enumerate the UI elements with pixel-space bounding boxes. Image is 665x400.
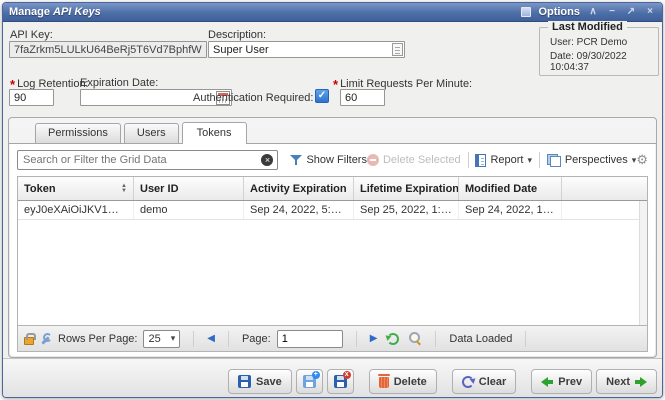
save-plus-icon: + <box>303 375 316 388</box>
tab-panel: Permissions Users Tokens × Show Filters … <box>8 117 657 358</box>
options-icon <box>521 7 531 17</box>
required-icon: * <box>333 77 338 92</box>
tab-strip: Permissions Users Tokens <box>9 118 656 144</box>
grid-body: eyJ0eXAiOiJKV1QiLCJ... demo Sep 24, 2022… <box>18 201 647 325</box>
authentication-required-label: Authentication Required: <box>193 92 313 104</box>
prev-page-icon[interactable]: ◀ <box>207 333 215 344</box>
page-label: Page: <box>242 333 271 345</box>
grid-status: Data Loaded <box>449 333 512 345</box>
api-key-label: API Key: <box>10 29 53 41</box>
lock-icon[interactable] <box>24 337 34 345</box>
tab-tokens[interactable]: Tokens <box>182 122 247 144</box>
grid-footer: Rows Per Page: 25 ▾ ◀ Page: ▶ Data Lo <box>18 325 647 351</box>
cell-activity-expiration: Sep 24, 2022, 5:36 pm <box>244 201 354 219</box>
rows-per-page-select[interactable]: 25 ▾ <box>143 330 180 348</box>
sort-icon[interactable]: ▲▼ <box>117 184 127 194</box>
chevron-down-icon: ▾ <box>171 333 176 344</box>
last-modified-user: User: PCR Demo <box>550 37 658 48</box>
gear-icon[interactable]: ⚙ <box>636 152 648 168</box>
check-icon: ✓ <box>318 90 326 101</box>
save-and-close-button[interactable]: x <box>327 369 354 394</box>
perspectives-icon <box>547 154 561 167</box>
column-header-token[interactable]: Token ▲▼ <box>18 177 134 200</box>
window-title: Manage API Keys <box>9 6 101 18</box>
arrow-left-icon <box>541 377 553 387</box>
next-page-icon[interactable]: ▶ <box>370 333 378 344</box>
report-icon <box>475 154 486 167</box>
footer-separator <box>356 331 357 347</box>
tokens-tab-content: × Show Filters Delete Selected Report ▾ <box>10 144 655 356</box>
perspectives-button[interactable]: Perspectives ▾ <box>547 154 637 167</box>
collapse-icon[interactable]: ∧ <box>587 6 599 18</box>
save-icon <box>238 375 251 388</box>
tab-permissions[interactable]: Permissions <box>35 123 121 143</box>
column-header-user-id[interactable]: User ID <box>134 177 244 200</box>
footer-separator <box>193 331 194 347</box>
options-button[interactable]: Options <box>538 6 580 18</box>
minimize-icon[interactable]: − <box>606 6 618 18</box>
column-header-lifetime-expiration[interactable]: Lifetime Expiration <box>354 177 459 200</box>
clear-button[interactable]: Clear <box>452 369 517 394</box>
table-row[interactable]: eyJ0eXAiOiJKV1QiLCJ... demo Sep 24, 2022… <box>18 201 647 220</box>
page-input[interactable] <box>277 330 343 348</box>
tab-users[interactable]: Users <box>124 123 179 143</box>
toolbar-separator <box>539 152 540 168</box>
cell-lifetime-expiration: Sep 25, 2022, 1:36 pm <box>354 201 459 219</box>
refresh-icon[interactable] <box>387 333 399 345</box>
column-header-activity-expiration[interactable]: Activity Expiration <box>244 177 354 200</box>
description-field-wrap <box>208 41 405 58</box>
vertical-scrollbar[interactable] <box>639 201 647 325</box>
tokens-grid: Token ▲▼ User ID Activity Expiration Lif… <box>17 176 648 352</box>
clear-icon <box>462 376 474 388</box>
caret-down-icon: ▾ <box>527 155 532 166</box>
log-retention-field[interactable] <box>9 89 54 106</box>
search-box: × <box>17 150 278 170</box>
arrow-right-icon <box>635 377 647 387</box>
wrench-icon[interactable] <box>40 333 52 345</box>
footer-separator <box>228 331 229 347</box>
action-bar: Save + x Delete Clear Prev Next <box>3 358 662 397</box>
footer-separator <box>435 331 436 347</box>
clear-search-icon[interactable]: × <box>261 154 273 166</box>
save-button[interactable]: Save <box>228 369 292 394</box>
rows-per-page-label: Rows Per Page: <box>58 333 137 345</box>
cell-token: eyJ0eXAiOiJKV1QiLCJ... <box>18 201 134 219</box>
delete-button[interactable]: Delete <box>369 369 437 394</box>
delete-selected-button[interactable]: Delete Selected <box>367 154 461 166</box>
popout-icon[interactable]: ↗ <box>625 6 637 18</box>
titlebar: Manage API Keys Options ∧ − ↗ × <box>3 3 662 22</box>
last-modified-legend: Last Modified <box>548 21 627 33</box>
prev-button[interactable]: Prev <box>531 369 592 394</box>
expiration-date-label: Expiration Date: <box>80 77 158 89</box>
cell-filler <box>562 201 647 219</box>
magnifier-icon[interactable] <box>409 332 422 345</box>
cell-modified-date: Sep 24, 2022, 1:36 pm <box>459 201 562 219</box>
show-filters-button[interactable]: Show Filters <box>290 154 367 166</box>
last-modified-date: Date: 09/30/2022 10:04:37 <box>550 51 658 73</box>
report-button[interactable]: Report ▾ <box>475 154 532 167</box>
footer-separator <box>525 331 526 347</box>
search-input[interactable] <box>18 151 261 169</box>
trash-icon <box>379 377 389 388</box>
column-header-filler <box>562 177 647 200</box>
save-and-new-button[interactable]: + <box>296 369 323 394</box>
expand-text-icon[interactable] <box>392 43 403 56</box>
toolbar-separator <box>468 152 469 168</box>
grid-header: Token ▲▼ User ID Activity Expiration Lif… <box>18 177 647 201</box>
last-modified-panel: Last Modified User: PCR Demo Date: 09/30… <box>539 27 659 76</box>
next-button[interactable]: Next <box>596 369 657 394</box>
manage-api-keys-window: Manage API Keys Options ∧ − ↗ × API Key:… <box>2 2 663 398</box>
cell-user-id: demo <box>134 201 244 219</box>
api-key-field[interactable] <box>9 41 207 58</box>
close-icon[interactable]: × <box>644 6 656 18</box>
save-close-icon: x <box>334 375 347 388</box>
authentication-required-checkbox[interactable]: ✓ <box>315 89 329 103</box>
filter-funnel-icon <box>290 154 302 166</box>
limit-requests-field[interactable] <box>340 89 385 106</box>
grid-toolbar: × Show Filters Delete Selected Report ▾ <box>17 149 648 171</box>
description-field[interactable] <box>209 42 392 57</box>
column-header-modified-date[interactable]: Modified Date <box>459 177 562 200</box>
minus-circle-icon <box>367 154 379 166</box>
description-label: Description: <box>208 29 266 41</box>
